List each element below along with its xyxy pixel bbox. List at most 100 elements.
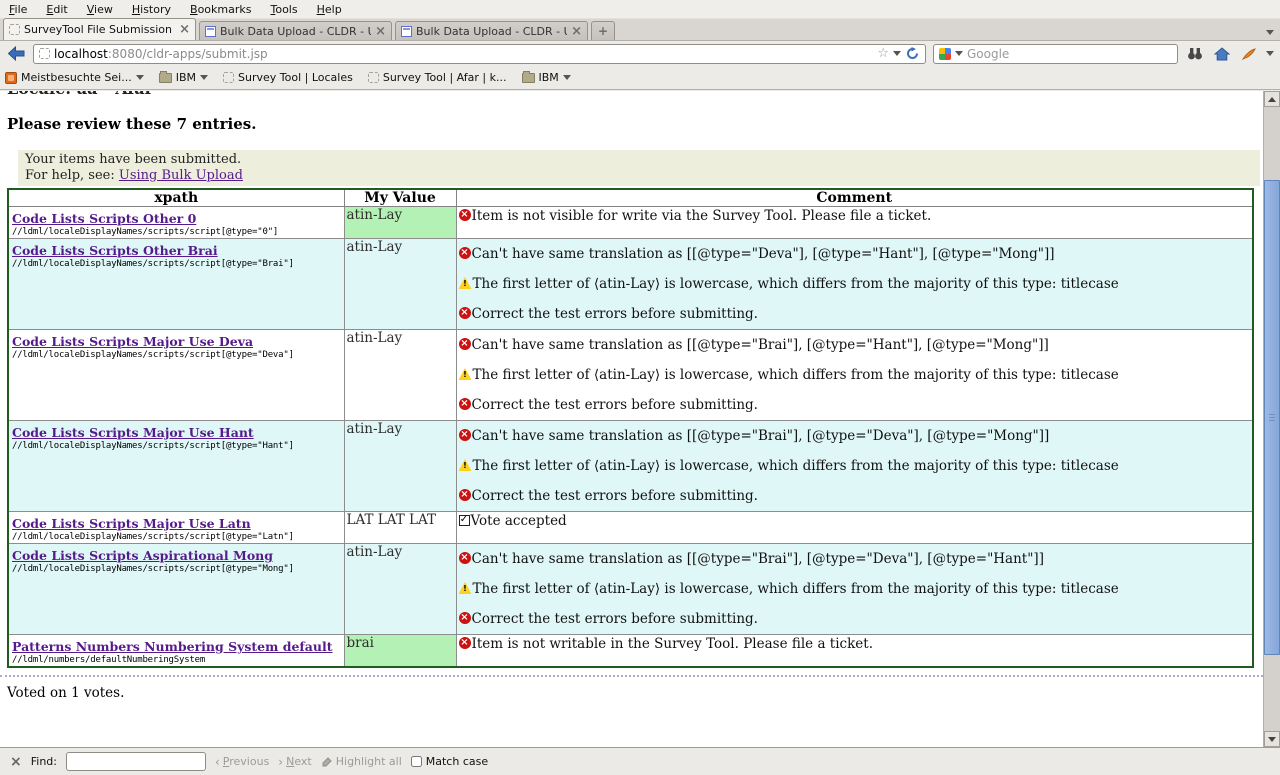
scrollbar-thumb[interactable] — [1264, 180, 1280, 655]
table-row: Code Lists Scripts Other Brai//ldml/loca… — [8, 239, 1253, 330]
xpath-path: //ldml/localeDisplayNames/scripts/script… — [12, 532, 341, 542]
scroll-down-button[interactable] — [1264, 731, 1280, 747]
comment-line: Can't have same translation as [[@type="… — [459, 246, 1251, 263]
page-favicon-icon — [205, 26, 216, 37]
tab-surveytool-file-submission[interactable]: SurveyTool File Submission | ... × — [3, 18, 196, 40]
tab-bulk-data-upload-2[interactable]: Bulk Data Upload - CLDR - Un... × — [395, 21, 588, 40]
error-icon — [459, 398, 471, 410]
error-icon — [459, 637, 471, 649]
menu-view[interactable]: View — [87, 3, 113, 16]
url-text: localhost:8080/cldr-apps/submit.jsp — [54, 47, 873, 61]
match-case-checkbox[interactable] — [411, 756, 422, 767]
tab-close-icon[interactable]: × — [179, 24, 190, 35]
url-dropdown-chevron-icon[interactable] — [893, 51, 901, 56]
find-input[interactable] — [66, 752, 206, 771]
tab-close-icon[interactable]: × — [375, 26, 386, 37]
xpath-link[interactable]: Code Lists Scripts Aspirational Mong — [12, 548, 273, 563]
tab-title: SurveyTool File Submission | ... — [24, 23, 175, 36]
comment-cell: Can't have same translation as [[@type="… — [456, 330, 1253, 421]
vertical-scrollbar[interactable] — [1263, 91, 1280, 747]
menu-edit[interactable]: Edit — [46, 3, 67, 16]
binoculars-icon — [1187, 48, 1203, 60]
warning-icon — [459, 459, 472, 471]
new-tab-button[interactable]: + — [591, 21, 615, 40]
url-bar[interactable]: localhost:8080/cldr-apps/submit.jsp ☆ — [33, 44, 926, 64]
using-bulk-upload-link[interactable]: Using Bulk Upload — [119, 168, 243, 183]
bookmarks-toolbar: Meistbesuchte Sei... IBM Survey Tool | L… — [0, 66, 1280, 90]
comment-cell: Vote accepted — [456, 512, 1253, 544]
reload-button[interactable] — [905, 46, 920, 61]
previous-arrow-icon: ‹ — [215, 755, 220, 769]
navigation-toolbar: localhost:8080/cldr-apps/submit.jsp ☆ — [0, 41, 1280, 66]
xpath-link[interactable]: Code Lists Scripts Major Use Latn — [12, 516, 251, 531]
find-previous-button[interactable]: ‹Previous — [215, 755, 269, 769]
find-bar: × Find: ‹Previous ›Next Highlight all Ma… — [0, 747, 1280, 775]
comment-line: The first letter of ⟨atin-Lay⟩ is lowerc… — [459, 458, 1251, 475]
error-icon — [459, 209, 471, 221]
bookmark-folder-ibm-1[interactable]: IBM — [159, 71, 208, 84]
menu-history[interactable]: History — [132, 3, 171, 16]
home-button[interactable] — [1212, 44, 1232, 64]
reload-icon — [906, 47, 919, 60]
comment-text: Correct the test errors before submittin… — [472, 488, 758, 504]
menu-help[interactable]: Help — [317, 3, 342, 16]
back-button[interactable] — [6, 44, 26, 64]
tab-bar: SurveyTool File Submission | ... × Bulk … — [0, 19, 1280, 41]
comment-line: Correct the test errors before submittin… — [459, 488, 1251, 505]
tab-overflow-chevron-icon[interactable] — [1266, 30, 1274, 35]
match-case-option[interactable]: Match case — [411, 755, 488, 768]
my-value-cell: atin-Lay — [344, 207, 456, 239]
bookmark-survey-tool-afar[interactable]: Survey Tool | Afar | k... — [368, 71, 507, 84]
menu-bookmarks[interactable]: Bookmarks — [190, 3, 251, 16]
xpath-link[interactable]: Code Lists Scripts Other Brai — [12, 243, 218, 258]
bookmark-label: Survey Tool | Afar | k... — [383, 71, 507, 84]
xpath-path: //ldml/localeDisplayNames/scripts/script… — [12, 564, 341, 574]
my-value-cell: atin-Lay — [344, 330, 456, 421]
clipped-heading-strip: Locale: aa - Afar — [7, 91, 1263, 98]
bookmark-label: Survey Tool | Locales — [238, 71, 353, 84]
scroll-up-button[interactable] — [1264, 91, 1280, 107]
xpath-link[interactable]: Code Lists Scripts Other 0 — [12, 211, 196, 226]
xpath-link[interactable]: Code Lists Scripts Major Use Deva — [12, 334, 253, 349]
search-engine-chevron-icon[interactable] — [955, 51, 963, 56]
url-host: localhost — [54, 47, 108, 61]
xpath-cell: Code Lists Scripts Major Use Deva//ldml/… — [8, 330, 344, 421]
find-button[interactable] — [1185, 44, 1205, 64]
search-bar[interactable] — [933, 44, 1178, 64]
bookmark-star-icon[interactable]: ☆ — [877, 47, 889, 60]
bookmark-folder-ibm-2[interactable]: IBM — [522, 71, 571, 84]
notice-line-2: For help, see: Using Bulk Upload — [25, 168, 1253, 184]
tab-close-icon[interactable]: × — [571, 26, 582, 37]
search-input[interactable] — [967, 47, 1172, 61]
xpath-cell: Code Lists Scripts Other 0//ldml/localeD… — [8, 207, 344, 239]
quill-button[interactable] — [1239, 44, 1259, 64]
comment-line: Correct the test errors before submittin… — [459, 611, 1251, 628]
column-header-comment: Comment — [456, 189, 1253, 207]
column-header-xpath: xpath — [8, 189, 344, 207]
bookmark-survey-tool-locales[interactable]: Survey Tool | Locales — [223, 71, 353, 84]
xpath-path: //ldml/localeDisplayNames/scripts/script… — [12, 350, 341, 360]
comment-line: Correct the test errors before submittin… — [459, 306, 1251, 323]
menu-file[interactable]: File — [9, 3, 27, 16]
menu-tools[interactable]: Tools — [270, 3, 297, 16]
xpath-link[interactable]: Patterns Numbers Numbering System defaul… — [12, 639, 333, 654]
scroll-up-icon — [1268, 97, 1276, 102]
toolbar-overflow-chevron-icon[interactable] — [1266, 51, 1274, 56]
next-arrow-icon: › — [278, 755, 283, 769]
table-row: Code Lists Scripts Major Use Latn//ldml/… — [8, 512, 1253, 544]
comment-text: Item is not visible for write via the Su… — [472, 208, 932, 224]
comment-line: Can't have same translation as [[@type="… — [459, 337, 1251, 354]
tab-bulk-data-upload-1[interactable]: Bulk Data Upload - CLDR - Un... × — [199, 21, 392, 40]
highlight-all-button[interactable]: Highlight all — [321, 755, 402, 768]
error-icon — [459, 429, 471, 441]
comment-line: Can't have same translation as [[@type="… — [459, 551, 1251, 568]
xpath-link[interactable]: Code Lists Scripts Major Use Hant — [12, 425, 254, 440]
find-next-button[interactable]: ›Next — [278, 755, 311, 769]
bookmark-most-visited[interactable]: Meistbesuchte Sei... — [5, 71, 144, 84]
error-icon — [459, 338, 471, 350]
find-close-icon[interactable]: × — [10, 756, 22, 768]
review-table-body: Code Lists Scripts Other 0 //ldml/localeD… — [8, 207, 1253, 668]
find-previous-label: Previous — [223, 755, 270, 768]
my-value-cell: brai — [344, 635, 456, 668]
table-row: Code Lists Scripts Major Use Hant//ldml/… — [8, 421, 1253, 512]
